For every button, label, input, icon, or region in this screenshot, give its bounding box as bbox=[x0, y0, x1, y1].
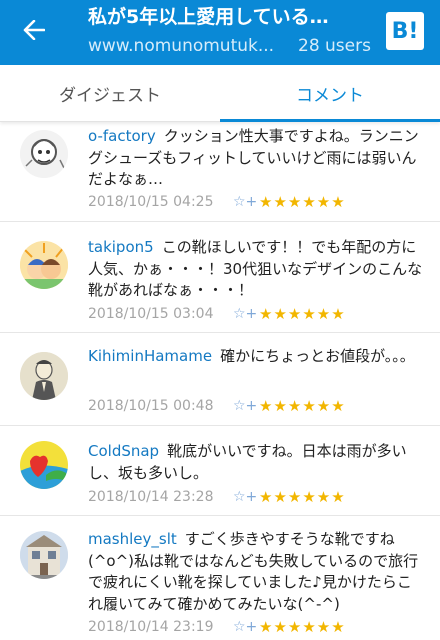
comment-text: ColdSnap 靴底がいいですね。日本は雨が多いし、坂も多いし。 bbox=[88, 441, 423, 484]
comment-text: takipon5 この靴ほしいです！！でも年配の方に人気、かぁ・・・！30代狙いな… bbox=[88, 237, 423, 302]
comment-date: 2018/10/15 03:04 bbox=[88, 306, 214, 322]
list-item[interactable]: takipon5 この靴ほしいです！！でも年配の方に人気、かぁ・・・！30代狙いな… bbox=[0, 223, 440, 333]
comment-username[interactable]: ColdSnap bbox=[88, 442, 159, 460]
star-rating[interactable]: ★★★★★★ bbox=[259, 488, 346, 506]
avatar[interactable] bbox=[20, 531, 68, 579]
avatar-image bbox=[20, 441, 68, 489]
hatena-bookmark-icon: B! bbox=[391, 18, 419, 44]
add-star-icon[interactable]: ☆+ bbox=[233, 489, 259, 505]
comment-date: 2018/10/15 04:25 bbox=[88, 194, 214, 210]
arrow-back-icon bbox=[23, 20, 45, 40]
avatar[interactable] bbox=[20, 441, 68, 489]
comment-date: 2018/10/14 23:28 bbox=[88, 489, 214, 505]
avatar-image bbox=[20, 531, 68, 579]
add-star-icon[interactable]: ☆+ bbox=[233, 398, 259, 414]
avatar[interactable] bbox=[20, 241, 68, 289]
app-bar: 私が5年以上愛用している… www.nomunomutuk... 28 user… bbox=[0, 0, 440, 65]
comment-text: o-factory クッション性大事ですよね。ランニングシューズもフィットしていい… bbox=[88, 126, 423, 191]
star-rating[interactable]: ★★★★★★ bbox=[259, 193, 346, 211]
comment-meta: 2018/10/15 03:04 ☆+ ★★★★★★ bbox=[88, 304, 428, 324]
comment-username[interactable]: KihiminHamame bbox=[88, 347, 212, 365]
list-item[interactable]: KihiminHamame 確かにちょっとお値段が。。。 2018/10/15 0… bbox=[0, 334, 440, 426]
star-rating[interactable]: ★★★★★★ bbox=[259, 618, 346, 636]
avatar-image bbox=[20, 352, 68, 400]
add-star-icon[interactable]: ☆+ bbox=[233, 619, 259, 635]
comment-meta: 2018/10/15 04:25 ☆+ ★★★★★★ bbox=[88, 192, 428, 212]
star-rating[interactable]: ★★★★★★ bbox=[259, 305, 346, 323]
comment-date: 2018/10/15 00:48 bbox=[88, 398, 214, 414]
comment-text: mashley_slt すごく歩きやすそうな靴ですね(^o^)私は靴ではなんども失… bbox=[88, 529, 423, 615]
back-button[interactable] bbox=[14, 12, 54, 48]
comment-meta: 2018/10/15 00:48 ☆+ ★★★★★★ bbox=[88, 396, 428, 416]
tab-bar: ダイジェスト コメント bbox=[0, 65, 440, 122]
comment-username[interactable]: mashley_slt bbox=[88, 530, 177, 548]
tab-digest[interactable]: ダイジェスト bbox=[0, 65, 220, 122]
avatar-image bbox=[20, 130, 68, 178]
comment-meta: 2018/10/14 23:19 ☆+ ★★★★★★ bbox=[88, 617, 428, 637]
avatar-image bbox=[20, 241, 68, 289]
tab-comment[interactable]: コメント bbox=[220, 65, 440, 122]
page-title: 私が5年以上愛用している… bbox=[88, 6, 329, 28]
comment-text: KihiminHamame 確かにちょっとお値段が。。。 bbox=[88, 346, 423, 368]
add-star-icon[interactable]: ☆+ bbox=[233, 194, 259, 210]
users-count[interactable]: 28 users bbox=[298, 34, 378, 58]
list-item[interactable]: o-factory クッション性大事ですよね。ランニングシューズもフィットしていい… bbox=[0, 122, 440, 222]
comment-meta: 2018/10/14 23:28 ☆+ ★★★★★★ bbox=[88, 487, 428, 507]
list-item[interactable]: ColdSnap 靴底がいいですね。日本は雨が多いし、坂も多いし。 2018/10… bbox=[0, 427, 440, 516]
add-star-icon[interactable]: ☆+ bbox=[233, 306, 259, 322]
comment-body: 確かにちょっとお値段が。。。 bbox=[220, 347, 415, 365]
comment-date: 2018/10/14 23:19 bbox=[88, 619, 214, 635]
avatar[interactable] bbox=[20, 130, 68, 178]
bookmark-button[interactable]: B! bbox=[386, 12, 424, 50]
comment-username[interactable]: o-factory bbox=[88, 127, 156, 145]
page-url[interactable]: www.nomunomutuk... bbox=[88, 34, 288, 58]
avatar[interactable] bbox=[20, 352, 68, 400]
comment-username[interactable]: takipon5 bbox=[88, 238, 154, 256]
star-rating[interactable]: ★★★★★★ bbox=[259, 397, 346, 415]
list-item[interactable]: mashley_slt すごく歩きやすそうな靴ですね(^o^)私は靴ではなんども失… bbox=[0, 517, 440, 640]
